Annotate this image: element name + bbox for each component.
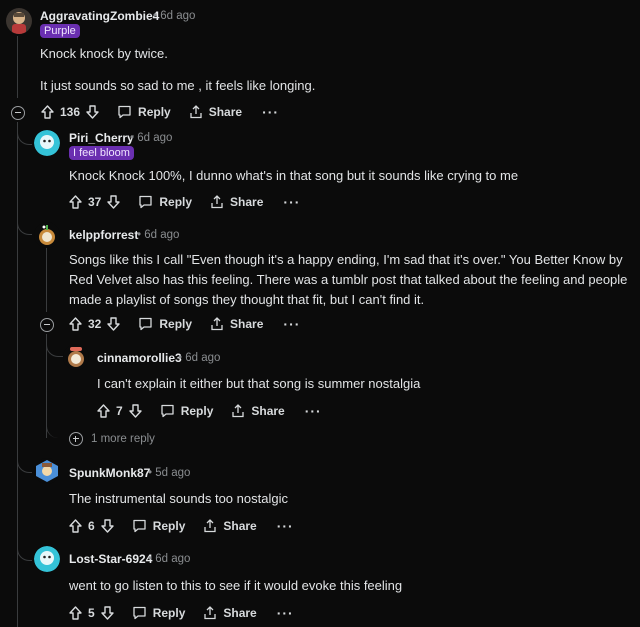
more-options-button[interactable]: ··· [305, 404, 322, 418]
comment-body: The instrumental sounds too nostalgic [69, 491, 288, 506]
collapse-thread-button[interactable] [40, 318, 54, 332]
comment-body: Knock Knock 100%, I dunno what's in that… [69, 168, 519, 183]
comment-icon [161, 404, 174, 418]
comment-body: Knock knock by twice. [40, 46, 168, 61]
comment-icon [139, 317, 153, 331]
vote-count: 37 [88, 195, 102, 209]
more-options-button[interactable]: ··· [283, 317, 300, 331]
user-flair: Purple [40, 24, 80, 38]
share-button[interactable]: Share [203, 606, 257, 620]
thread-elbow [17, 190, 32, 235]
collapse-thread-button[interactable] [11, 106, 25, 120]
comment-body: went to go listen to this to see if it w… [69, 578, 403, 593]
vote-count: 32 [88, 317, 102, 331]
more-options-button[interactable]: ··· [283, 195, 300, 209]
action-bar: 5 Reply Share ··· [69, 603, 294, 623]
timestamp: • 5d ago [148, 467, 191, 479]
avatar[interactable] [34, 458, 60, 484]
timestamp: • 6d ago [178, 352, 221, 364]
downvote-icon[interactable] [107, 195, 121, 209]
reply-button[interactable]: Reply [117, 105, 171, 119]
avatar[interactable] [63, 344, 89, 370]
username[interactable]: kelppforrest [69, 228, 138, 242]
share-icon [204, 519, 217, 533]
reply-button[interactable]: Reply [132, 606, 185, 620]
reply-button[interactable]: Reply [160, 404, 213, 418]
username[interactable]: AggravatingZombie4 [40, 9, 159, 23]
action-bar: 136 Reply Share ··· [41, 102, 279, 122]
vote-count: 6 [88, 519, 95, 533]
username[interactable]: SpunkMonk87 [69, 466, 150, 480]
upvote-icon[interactable] [69, 317, 82, 331]
upvote-icon[interactable] [69, 606, 82, 620]
upvote-icon[interactable] [69, 195, 82, 209]
upvote-icon[interactable] [97, 404, 110, 418]
action-bar: 32 Reply Share ··· [69, 314, 300, 334]
share-icon [211, 317, 223, 331]
downvote-icon[interactable] [86, 105, 99, 119]
more-options-button[interactable]: ··· [262, 105, 279, 119]
reply-button[interactable]: Reply [138, 317, 192, 331]
thread-elbow [17, 430, 32, 473]
thread-line-kelpp [46, 246, 47, 312]
expand-icon [69, 432, 83, 446]
downvote-icon[interactable] [100, 519, 114, 533]
more-replies-link[interactable]: 1 more reply [69, 432, 155, 446]
comment-body: Songs like this I call "Even though it's… [69, 252, 628, 307]
vote-count: 5 [88, 606, 95, 620]
more-options-button[interactable]: ··· [277, 606, 294, 620]
share-button[interactable]: Share [203, 519, 257, 533]
share-icon [190, 105, 202, 119]
comment-icon [133, 606, 146, 620]
thread-elbow [17, 520, 32, 561]
timestamp: • 6d ago [137, 229, 180, 241]
share-icon [211, 195, 223, 209]
upvote-icon[interactable] [41, 105, 54, 119]
username[interactable]: Piri_Cherry [69, 131, 134, 145]
comment-icon [139, 195, 153, 209]
comment-body: I can't explain it either but that song … [97, 376, 421, 391]
username[interactable]: Lost-Star-6924 [69, 552, 152, 566]
comment-icon [118, 105, 131, 119]
avatar[interactable] [34, 222, 60, 248]
share-icon [232, 404, 245, 418]
share-button[interactable]: Share [210, 195, 263, 209]
thread-elbow [46, 420, 63, 438]
more-options-button[interactable]: ··· [277, 519, 294, 533]
comment-body: It just sounds so sad to me , it feels l… [40, 78, 316, 93]
reply-button[interactable]: Reply [138, 195, 192, 209]
username[interactable]: cinnamorollie3 [97, 351, 182, 365]
share-button[interactable]: Share [231, 404, 285, 418]
comment-icon [133, 519, 146, 533]
action-bar: 6 Reply Share ··· [69, 516, 294, 536]
timestamp: • 6d ago [130, 132, 173, 144]
avatar[interactable] [6, 8, 32, 34]
timestamp: • 6d ago [153, 10, 196, 22]
vote-count: 7 [116, 404, 123, 418]
avatar[interactable] [34, 546, 60, 572]
downvote-icon[interactable] [128, 404, 142, 418]
share-icon [204, 606, 217, 620]
downvote-icon[interactable] [100, 606, 114, 620]
user-flair: I feel bloom [69, 146, 134, 160]
downvote-icon[interactable] [107, 317, 121, 331]
action-bar: 37 Reply Share ··· [69, 192, 300, 212]
thread-elbow [17, 122, 32, 145]
thread-line-root [17, 36, 18, 98]
avatar[interactable] [34, 130, 60, 156]
vote-count: 136 [60, 105, 81, 119]
share-button[interactable]: Share [210, 317, 263, 331]
upvote-icon[interactable] [69, 519, 82, 533]
reply-button[interactable]: Reply [132, 519, 185, 533]
share-button[interactable]: Share [189, 105, 242, 119]
thread-elbow [46, 334, 63, 357]
timestamp: • 6d ago [148, 553, 191, 565]
action-bar: 7 Reply Share ··· [97, 401, 322, 421]
